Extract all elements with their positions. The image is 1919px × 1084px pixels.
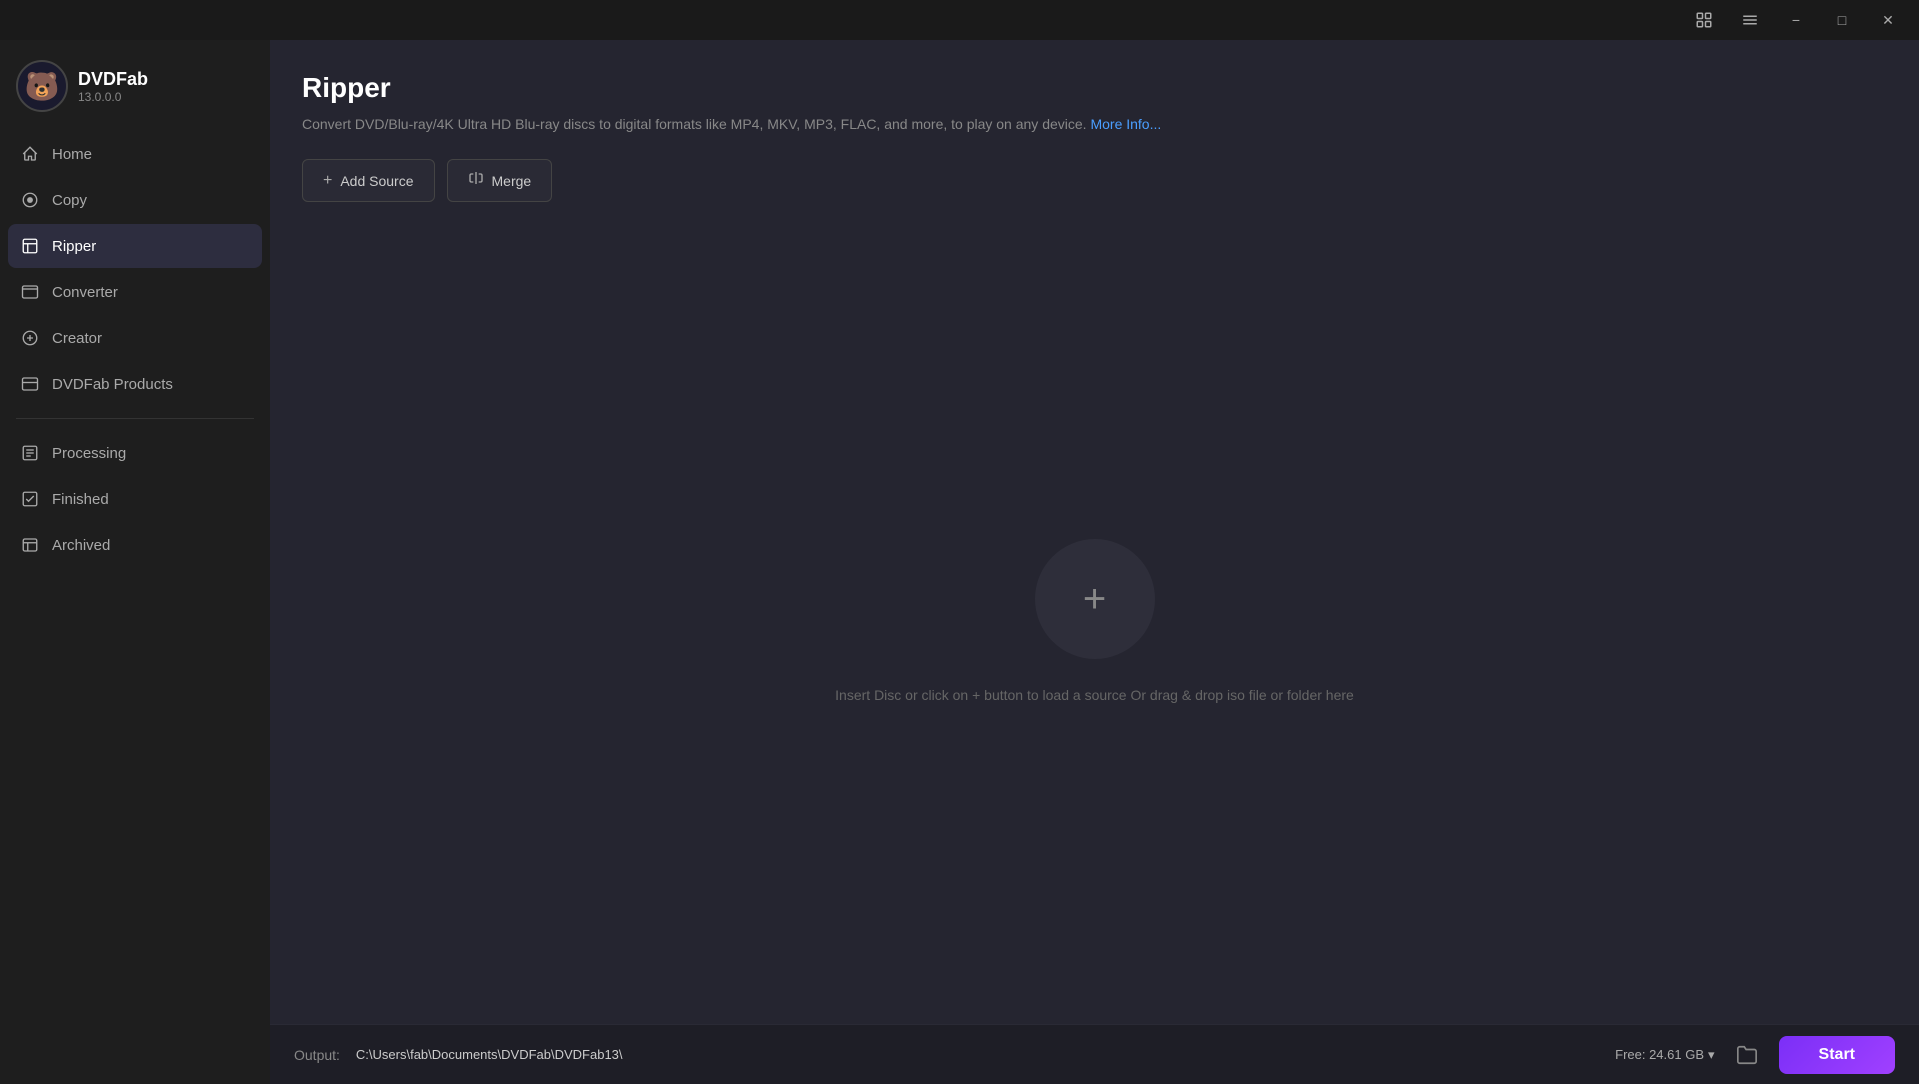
drop-hint: Insert Disc or click on + button to load… (835, 687, 1354, 703)
menu-icon-btn[interactable] (1681, 4, 1727, 36)
archived-icon (20, 535, 40, 555)
sidebar-item-converter-label: Converter (52, 284, 118, 301)
sidebar-bottom-nav: Processing Finished (0, 431, 270, 567)
sidebar-item-processing-label: Processing (52, 445, 126, 462)
sidebar-divider (16, 418, 254, 419)
folder-button[interactable] (1731, 1039, 1763, 1071)
sidebar-item-ripper-label: Ripper (52, 238, 96, 255)
titlebar: − □ ✕ (0, 0, 1919, 40)
sidebar: 🐻 DVDFab 13.0.0.0 Home (0, 40, 270, 1084)
dropdown-chevron-icon[interactable]: ▾ (1708, 1047, 1715, 1063)
sidebar-item-creator-label: Creator (52, 330, 102, 347)
add-source-label: Add Source (340, 173, 413, 189)
sidebar-item-copy-label: Copy (52, 192, 87, 209)
main-content: Ripper Convert DVD/Blu-ray/4K Ultra HD B… (270, 40, 1919, 1084)
page-description: Convert DVD/Blu-ray/4K Ultra HD Blu-ray … (302, 114, 1887, 135)
footer-bar: Output: C:\Users\fab\Documents\DVDFab\DV… (270, 1024, 1919, 1084)
merge-icon (468, 170, 484, 191)
app-version: 13.0.0.0 (78, 90, 148, 104)
app-name: DVDFab (78, 69, 148, 90)
logo-text: DVDFab 13.0.0.0 (78, 69, 148, 104)
output-path: C:\Users\fab\Documents\DVDFab\DVDFab13\ (356, 1047, 1599, 1062)
plus-icon: + (323, 172, 332, 190)
converter-icon (20, 282, 40, 302)
sidebar-item-ripper[interactable]: Ripper (8, 224, 262, 268)
sidebar-item-converter[interactable]: Converter (8, 270, 262, 314)
hamburger-icon-btn[interactable] (1727, 4, 1773, 36)
output-label: Output: (294, 1047, 340, 1063)
sidebar-item-home[interactable]: Home (8, 132, 262, 176)
start-button[interactable]: Start (1779, 1036, 1895, 1074)
app-body: 🐻 DVDFab 13.0.0.0 Home (0, 40, 1919, 1084)
merge-button[interactable]: Merge (447, 159, 553, 202)
avatar: 🐻 (16, 60, 68, 112)
sidebar-item-archived[interactable]: Archived (8, 523, 262, 567)
more-info-link[interactable]: More Info... (1090, 116, 1161, 132)
sidebar-item-creator[interactable]: Creator (8, 316, 262, 360)
products-icon (20, 374, 40, 394)
content-area: Ripper Convert DVD/Blu-ray/4K Ultra HD B… (270, 40, 1919, 1024)
sidebar-item-finished[interactable]: Finished (8, 477, 262, 521)
sidebar-item-home-label: Home (52, 146, 92, 163)
minimize-button[interactable]: − (1773, 4, 1819, 36)
add-circle-button[interactable]: + (1035, 539, 1155, 659)
home-icon (20, 144, 40, 164)
finished-icon (20, 489, 40, 509)
maximize-button[interactable]: □ (1819, 4, 1865, 36)
toolbar: + Add Source Merge (302, 159, 1887, 202)
creator-icon (20, 328, 40, 348)
sidebar-item-dvdfab-products-label: DVDFab Products (52, 376, 173, 393)
sidebar-item-finished-label: Finished (52, 491, 109, 508)
page-title: Ripper (302, 72, 1887, 104)
sidebar-nav: Home Copy (0, 132, 270, 406)
add-source-button[interactable]: + Add Source (302, 159, 435, 202)
sidebar-item-processing[interactable]: Processing (8, 431, 262, 475)
sidebar-item-dvdfab-products[interactable]: DVDFab Products (8, 362, 262, 406)
ripper-icon (20, 236, 40, 256)
close-button[interactable]: ✕ (1865, 4, 1911, 36)
sidebar-item-archived-label: Archived (52, 537, 110, 554)
sidebar-item-copy[interactable]: Copy (8, 178, 262, 222)
merge-label: Merge (492, 173, 532, 189)
processing-icon (20, 443, 40, 463)
sidebar-logo: 🐻 DVDFab 13.0.0.0 (0, 48, 270, 132)
drop-zone[interactable]: + Insert Disc or click on + button to lo… (302, 218, 1887, 1024)
copy-icon (20, 190, 40, 210)
add-circle-plus-icon: + (1083, 579, 1106, 619)
free-space: Free: 24.61 GB ▾ (1615, 1047, 1714, 1063)
